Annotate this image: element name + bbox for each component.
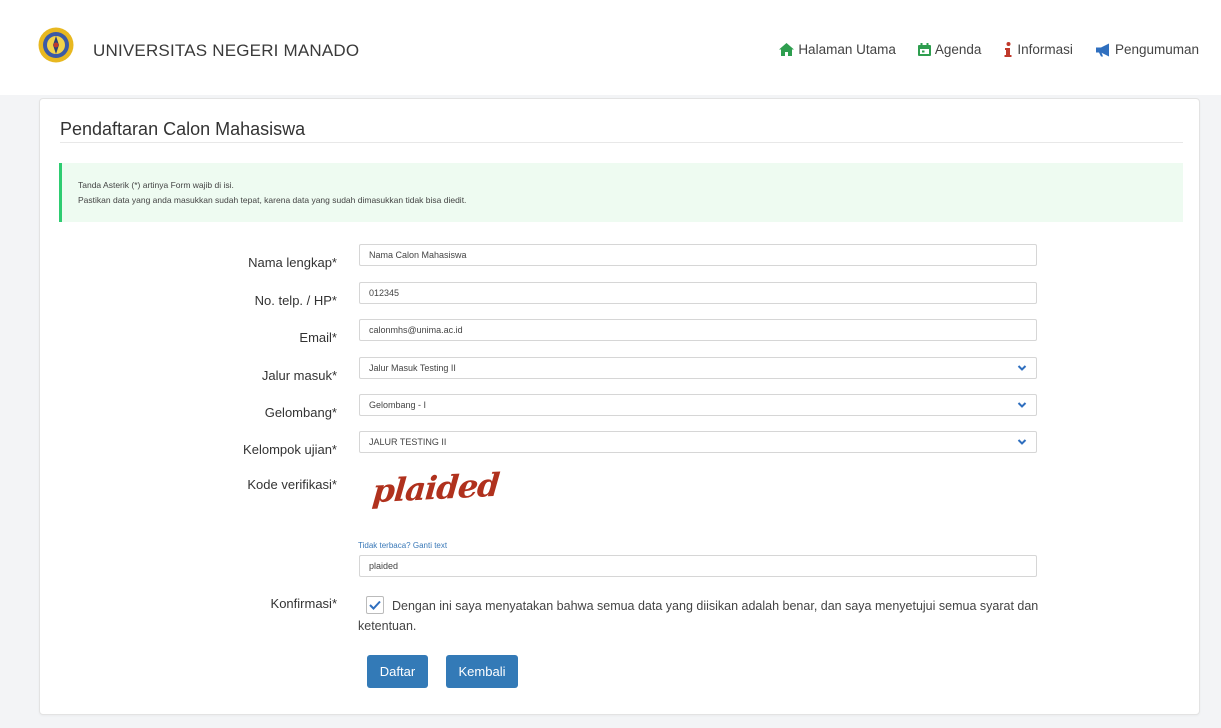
telp-value: 012345	[369, 288, 400, 298]
nama-input[interactable]: Nama Calon Mahasiswa	[359, 244, 1037, 266]
main-nav: Halaman Utama Agenda Informasi Pengumuma…	[779, 42, 1199, 57]
registration-card: Pendaftaran Calon Mahasiswa Tanda Asteri…	[39, 98, 1200, 715]
nama-label: Nama lengkap*	[248, 255, 337, 270]
megaphone-icon	[1095, 43, 1109, 56]
jalur-value: Jalur Masuk Testing II	[369, 363, 456, 373]
jalur-label: Jalur masuk*	[261, 368, 337, 383]
nav-informasi[interactable]: Informasi	[1003, 42, 1073, 57]
home-icon	[779, 43, 795, 56]
confirm-checkbox[interactable]	[366, 596, 384, 614]
top-navbar: UNIVERSITAS NEGERI MANADO Halaman Utama …	[0, 0, 1221, 95]
captcha-input[interactable]: plaided	[359, 555, 1037, 577]
captcha-image: plaided	[370, 465, 501, 511]
nav-label: Pengumuman	[1114, 42, 1199, 57]
email-value: calonmhs@unima.ac.id	[369, 325, 463, 335]
nav-pengumuman[interactable]: Pengumuman	[1095, 42, 1199, 57]
captcha-value: plaided	[369, 561, 399, 571]
alert-line-2: Pastikan data yang anda masukkan sudah t…	[78, 195, 467, 205]
chevron-down-icon	[1017, 365, 1027, 371]
telp-label: No. telp. / HP*	[254, 293, 337, 308]
nav-label: Halaman Utama	[798, 42, 896, 57]
kelompok-select[interactable]: JALUR TESTING II	[359, 431, 1037, 453]
chevron-down-icon	[1017, 402, 1027, 408]
telp-input[interactable]: 012345	[359, 282, 1037, 304]
nav-agenda[interactable]: Agenda	[917, 42, 982, 57]
nav-label: Agenda	[934, 42, 982, 57]
check-icon	[369, 600, 381, 610]
konfirmasi-label: Konfirmasi*	[270, 596, 337, 611]
gelombang-select[interactable]: Gelombang - I	[359, 394, 1037, 416]
chevron-down-icon	[1017, 439, 1027, 445]
nav-halaman-utama[interactable]: Halaman Utama	[779, 42, 896, 57]
kembali-button[interactable]: Kembali	[446, 655, 518, 688]
daftar-button[interactable]: Daftar	[367, 655, 428, 688]
kelompok-value: JALUR TESTING II	[369, 437, 447, 447]
confirm-text: Dengan ini saya menyatakan bahwa semua d…	[358, 599, 1039, 633]
jalur-select[interactable]: Jalur Masuk Testing II	[359, 357, 1037, 379]
university-logo-icon[interactable]	[38, 27, 74, 63]
email-label: Email*	[299, 330, 337, 345]
refresh-captcha-link[interactable]: Tidak terbaca? Ganti text	[358, 541, 447, 550]
kelompok-label: Kelompok ujian*	[243, 442, 337, 457]
calendar-icon	[917, 43, 931, 56]
info-icon	[1004, 42, 1012, 57]
email-input[interactable]: calonmhs@unima.ac.id	[359, 319, 1037, 341]
info-alert: Tanda Asterik (*) artinya Form wajib di …	[59, 163, 1183, 222]
gelombang-value: Gelombang - I	[369, 400, 427, 410]
kode-label: Kode verifikasi*	[247, 477, 337, 492]
page-title: Pendaftaran Calon Mahasiswa	[60, 119, 306, 139]
title-divider	[60, 142, 1183, 143]
nama-value: Nama Calon Mahasiswa	[369, 250, 467, 260]
brand-title[interactable]: UNIVERSITAS NEGERI MANADO	[93, 41, 359, 61]
nav-label: Informasi	[1017, 42, 1073, 57]
gelombang-label: Gelombang*	[264, 405, 337, 420]
alert-line-1: Tanda Asterik (*) artinya Form wajib di …	[78, 180, 234, 190]
